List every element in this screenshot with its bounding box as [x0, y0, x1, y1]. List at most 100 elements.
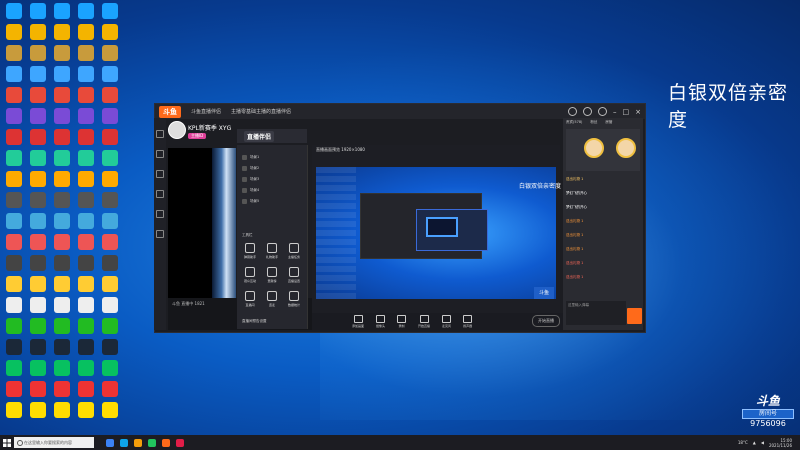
scene-item[interactable]: 场景5: [242, 197, 302, 205]
app-icon: [30, 171, 46, 187]
control-button[interactable]: 录制: [397, 315, 407, 328]
app-icon: [102, 66, 118, 82]
category-icon[interactable]: [156, 170, 164, 178]
scene-label: 场景2: [250, 165, 260, 170]
follow-icon[interactable]: [156, 190, 164, 198]
assistant-tool[interactable]: 连麦: [264, 291, 280, 307]
chat-tab[interactable]: 粉丝: [590, 120, 597, 124]
clock[interactable]: 15:00 2021/11/26: [769, 438, 792, 448]
volume-icon[interactable]: ◀: [761, 440, 764, 445]
chat-tab[interactable]: 贵宾(578): [566, 120, 582, 124]
eye-icon[interactable]: [242, 198, 247, 204]
app-icon: [30, 66, 46, 82]
chat-input[interactable]: 这里输入弹幕: [566, 301, 626, 325]
chat-tab[interactable]: 房管: [605, 120, 612, 124]
app-icon: [102, 171, 118, 187]
control-button[interactable]: 添加画面: [352, 315, 364, 328]
clock-date: 2021/11/26: [768, 442, 792, 448]
assistant-tool[interactable]: 主播任务: [286, 243, 302, 259]
edge-icon[interactable]: [120, 438, 128, 447]
assistant-tool[interactable]: 礼物助手: [264, 243, 280, 259]
app-icon: [102, 360, 118, 376]
scene-item[interactable]: 场景3: [242, 175, 302, 183]
home-icon[interactable]: [156, 130, 164, 138]
assistant-tool[interactable]: 直播设置: [286, 267, 302, 283]
send-button[interactable]: [627, 308, 642, 324]
desktop-icon[interactable]: [3, 402, 25, 428]
eye-icon[interactable]: [242, 154, 247, 160]
eye-icon[interactable]: [242, 165, 247, 171]
assistant-tool[interactable]: 贡献榜: [264, 267, 280, 283]
assistant-tool[interactable]: 弹幕助手: [242, 243, 258, 259]
taskbar-search[interactable]: 在这里输入你要搜索的内容: [14, 437, 94, 448]
app-icon: [78, 234, 94, 250]
task-view-icon[interactable]: [106, 438, 114, 447]
app-icon: [6, 150, 22, 166]
control-button[interactable]: 扬声器: [463, 315, 472, 328]
app-icon: [102, 45, 118, 61]
assistant-tool[interactable]: 直播间: [242, 291, 258, 307]
network-icon[interactable]: ▲: [753, 440, 756, 445]
app-icon: [78, 45, 94, 61]
wechat-icon[interactable]: [148, 438, 156, 447]
tool-label: 贡献榜: [267, 279, 277, 283]
app-icon: [30, 108, 46, 124]
tool-icon: [267, 291, 277, 301]
control-button[interactable]: 麦克风: [442, 315, 451, 328]
app-icon: [102, 24, 118, 40]
scene-item[interactable]: 场景1: [242, 153, 302, 161]
app-icon: [102, 276, 118, 292]
tool-label: 主播任务: [287, 255, 300, 259]
tool-label: 礼物助手: [265, 255, 278, 259]
search-icon: [17, 440, 23, 446]
scene-item[interactable]: 场景4: [242, 186, 302, 194]
eye-icon[interactable]: [242, 187, 247, 193]
assistant-tool[interactable]: 观众互动: [242, 267, 258, 283]
app-icon: [6, 381, 22, 397]
tool-section-label: 工具栏: [242, 232, 253, 237]
tool-icon: [245, 243, 255, 253]
go-live-button[interactable]: 开始直播: [532, 315, 560, 327]
tool-label: 连麦: [268, 303, 275, 307]
watermark-room-label: 房间号: [742, 409, 794, 419]
assistant-hint: 直播间预告设置: [242, 317, 302, 325]
start-button[interactable]: [0, 435, 14, 450]
rank-avatar-2[interactable]: [616, 138, 636, 158]
control-button[interactable]: 摄像头: [376, 315, 385, 328]
app-icon: [54, 3, 70, 19]
assistant-tool[interactable]: 数据统计: [286, 291, 302, 307]
control-label: 麦克风: [442, 324, 452, 328]
desktop-icon[interactable]: [27, 402, 49, 428]
left-nav: [154, 118, 166, 330]
streamer-avatar[interactable]: [168, 121, 186, 139]
taskbar: 在这里输入你要搜索的内容 18°C ▲ ◀ 15:00 2021/11/26: [0, 435, 800, 450]
rank-avatar-1[interactable]: [584, 138, 604, 158]
eye-icon[interactable]: [242, 176, 247, 182]
preview-nested-window-3: [426, 217, 458, 237]
app-icon: [78, 24, 94, 40]
app-icon: [102, 381, 118, 397]
app-icon: [6, 108, 22, 124]
app-icon: [102, 297, 118, 313]
app-icon: [78, 150, 94, 166]
desktop-icon[interactable]: [75, 402, 97, 428]
douyu-taskbar-icon[interactable]: [162, 438, 170, 447]
app-icon: [30, 24, 46, 40]
desktop-icon[interactable]: [51, 402, 73, 428]
app-icon: [6, 45, 22, 61]
control-button[interactable]: 开始直播: [418, 315, 430, 328]
chat-message: 送出礼物 1: [566, 247, 584, 251]
desktop-icon[interactable]: [99, 402, 121, 428]
weather-temp[interactable]: 18°C: [738, 440, 748, 445]
app-icon[interactable]: [176, 438, 184, 447]
control-label: 摄像头: [376, 324, 386, 328]
app-icon: [6, 87, 22, 103]
app-icon: [6, 171, 22, 187]
folder-icon[interactable]: [134, 438, 142, 447]
app-icon: [78, 381, 94, 397]
more-icon[interactable]: [156, 230, 164, 238]
live-icon[interactable]: [156, 150, 164, 158]
scene-item[interactable]: 场景2: [242, 164, 302, 172]
assistant-hint-label: 直播间预告设置: [242, 318, 267, 323]
video-icon[interactable]: [156, 210, 164, 218]
